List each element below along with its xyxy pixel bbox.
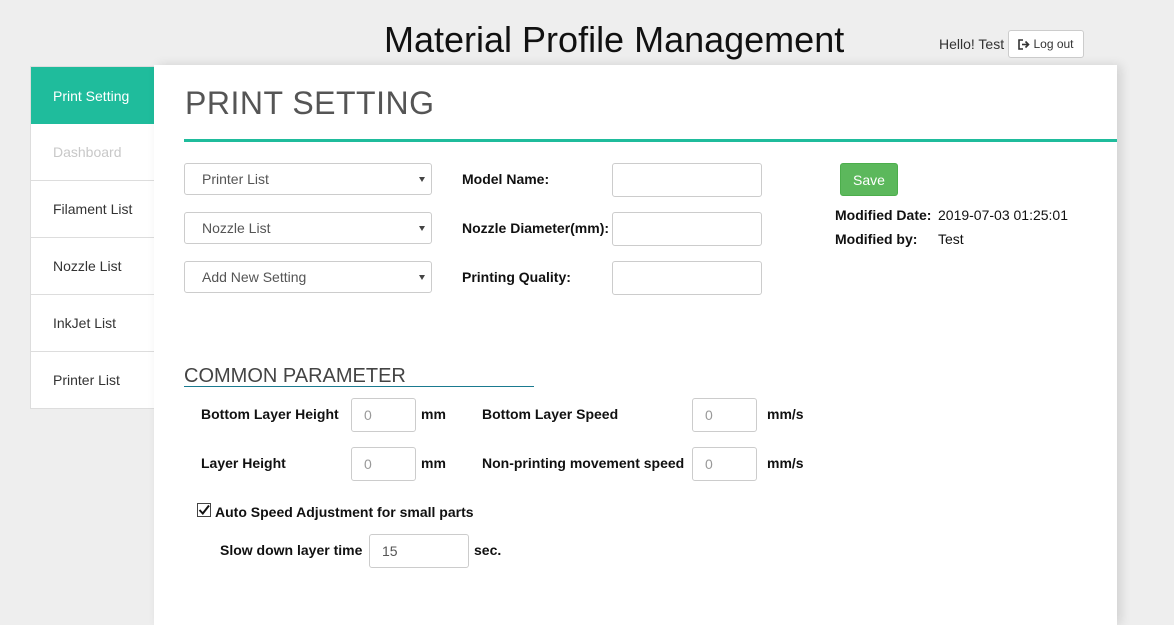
- modified-date-value: 2019-07-03 01:25:01: [938, 207, 1068, 223]
- model-name-label: Model Name:: [462, 171, 550, 187]
- sidebar-item-filament-list[interactable]: Filament List: [31, 181, 154, 238]
- section-divider: [184, 386, 534, 387]
- printing-quality-label: Printing Quality:: [462, 269, 571, 285]
- nozzle-diameter-input[interactable]: [612, 212, 762, 246]
- bottom-layer-height-unit: mm: [421, 406, 446, 422]
- nozzle-list-select-value: Nozzle List: [202, 220, 271, 236]
- sidebar-item-printer-list[interactable]: Printer List: [31, 352, 154, 408]
- chevron-down-icon: [419, 177, 425, 182]
- non-printing-speed-label: Non-printing movement speed: [482, 455, 685, 471]
- sidebar-item-dashboard: Dashboard: [31, 124, 154, 181]
- main-panel: PRINT SETTING Printer List Nozzle List A…: [154, 65, 1117, 625]
- bottom-layer-height-input[interactable]: [351, 398, 416, 432]
- printing-quality-input[interactable]: [612, 261, 762, 295]
- layer-height-input[interactable]: [351, 447, 416, 481]
- slow-down-layer-time-label: Slow down layer time: [220, 542, 363, 558]
- nozzle-diameter-label: Nozzle Diameter(mm):: [462, 220, 610, 236]
- logout-icon: [1018, 38, 1031, 50]
- setting-select[interactable]: Add New Setting: [184, 261, 432, 293]
- slow-down-layer-time-unit: sec.: [474, 542, 502, 558]
- bottom-layer-height-label: Bottom Layer Height: [201, 406, 339, 422]
- title-divider: [184, 139, 1117, 142]
- auto-speed-checkbox[interactable]: [197, 503, 211, 517]
- layer-height-label: Layer Height: [201, 455, 286, 471]
- logout-button[interactable]: Log out: [1008, 30, 1084, 58]
- section-title-common-parameter: COMMON PARAMETER: [184, 365, 406, 387]
- non-printing-speed-input[interactable]: [692, 447, 757, 481]
- app-title: Material Profile Management: [384, 19, 845, 60]
- modified-by-value: Test: [938, 231, 964, 247]
- nozzle-list-select[interactable]: Nozzle List: [184, 212, 432, 244]
- sidebar-item-inkjet-list[interactable]: InkJet List: [31, 295, 154, 352]
- chevron-down-icon: [419, 226, 425, 231]
- auto-speed-label[interactable]: Auto Speed Adjustment for small parts: [215, 504, 474, 520]
- printer-list-select-value: Printer List: [202, 171, 269, 187]
- bottom-layer-speed-unit: mm/s: [767, 406, 804, 422]
- model-name-input[interactable]: [612, 163, 762, 197]
- bottom-layer-speed-label: Bottom Layer Speed: [482, 406, 619, 422]
- layer-height-unit: mm: [421, 455, 446, 471]
- slow-down-layer-time-input[interactable]: [369, 534, 469, 568]
- modified-by-label: Modified by:: [835, 231, 918, 247]
- sidebar-item-nozzle-list[interactable]: Nozzle List: [31, 238, 154, 295]
- sidebar-item-print-setting[interactable]: Print Setting: [31, 67, 162, 124]
- save-button[interactable]: Save: [840, 163, 898, 196]
- page-title: PRINT SETTING: [185, 85, 435, 121]
- setting-select-value: Add New Setting: [202, 269, 307, 285]
- non-printing-speed-unit: mm/s: [767, 455, 804, 471]
- logout-label: Log out: [1033, 37, 1074, 51]
- chevron-down-icon: [419, 275, 425, 280]
- sidebar: Print Setting Dashboard Filament List No…: [30, 66, 162, 409]
- user-greeting: Hello! Test: [939, 36, 1005, 52]
- bottom-layer-speed-input[interactable]: [692, 398, 757, 432]
- checkbox-checked-icon: [197, 503, 211, 517]
- printer-list-select[interactable]: Printer List: [184, 163, 432, 195]
- modified-date-label: Modified Date:: [835, 207, 932, 223]
